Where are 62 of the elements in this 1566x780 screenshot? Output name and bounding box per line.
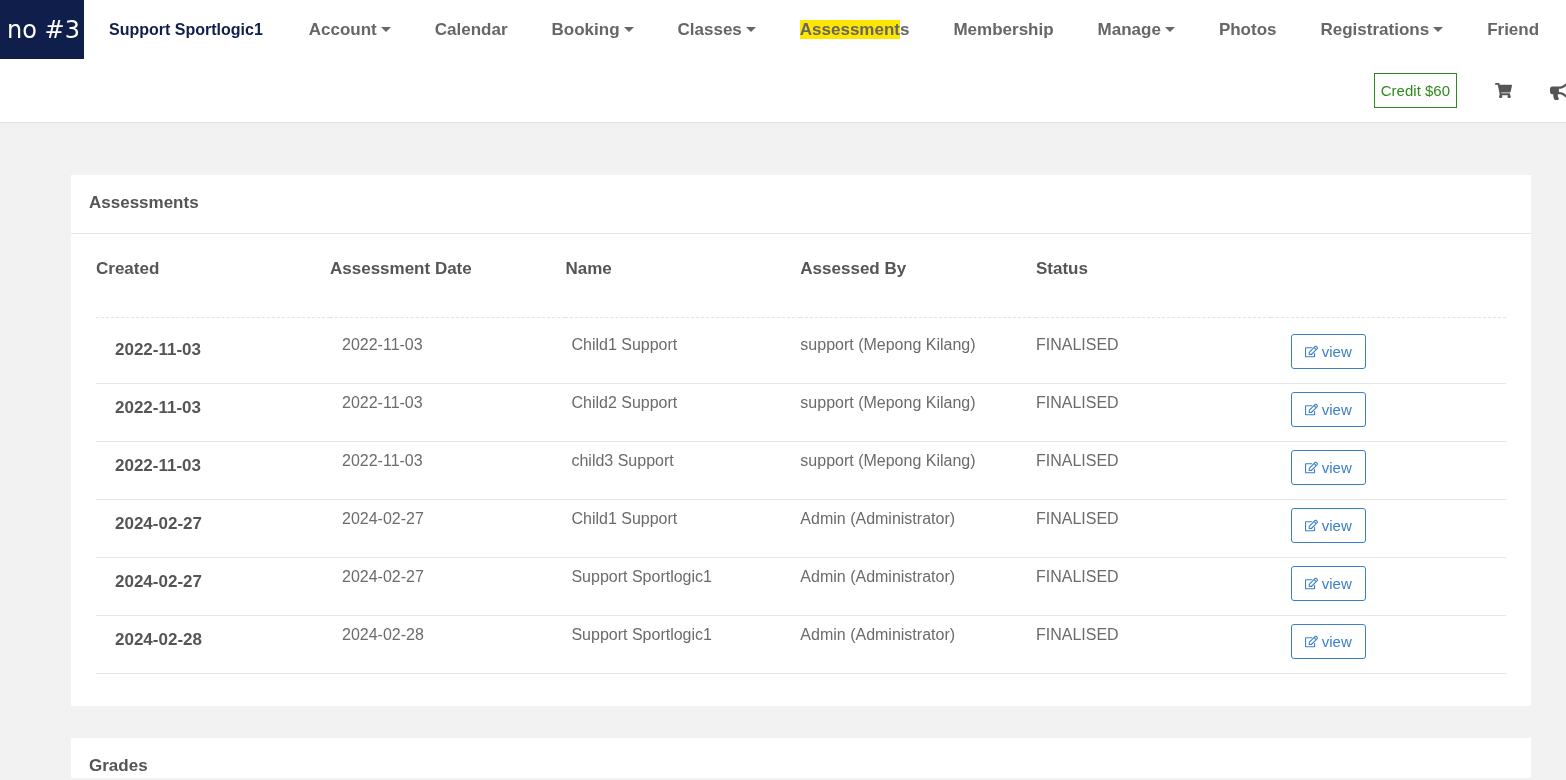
nav-link[interactable]: Registrations xyxy=(1298,19,1466,40)
column-header: Created xyxy=(96,256,330,318)
table-cell: Child2 Support xyxy=(571,394,678,411)
nav-link[interactable]: Photos xyxy=(1196,19,1299,40)
table-cell: Child1 Support xyxy=(571,336,678,353)
brand-logo[interactable]: no #3 xyxy=(0,0,84,59)
nav-link[interactable]: Membership xyxy=(931,19,1076,40)
table-cell: 2024-02-27 xyxy=(342,568,424,585)
credit-link[interactable]: Credit $60 xyxy=(1373,73,1457,108)
table-cell: Support Sportlogic1 xyxy=(571,568,712,585)
table-cell: FINALISED xyxy=(1035,568,1119,585)
table-cell: 2022-11-03 xyxy=(115,398,202,417)
card-title: Grades xyxy=(88,755,149,777)
edit-icon xyxy=(1304,635,1318,648)
table-cell: Support Sportlogic1 xyxy=(571,626,712,643)
nav-link[interactable]: Manage xyxy=(1075,19,1197,40)
table-cell: support (Mepong Kilang) xyxy=(800,336,976,353)
card-title: Assessments xyxy=(88,192,200,214)
table-cell: 2024-02-28 xyxy=(115,630,202,649)
view-button[interactable]: view xyxy=(1290,624,1366,659)
table-cell: 2022-11-03 xyxy=(342,452,423,469)
table-cell: 2024-02-27 xyxy=(342,510,424,527)
table-cell: FINALISED xyxy=(1035,394,1119,411)
user-menu-link[interactable]: Support Sportlogic1 xyxy=(84,20,287,39)
table-cell: 2022-11-03 xyxy=(342,394,423,411)
table-cell: 2022-11-03 xyxy=(342,336,423,353)
nav-link[interactable]: Friend xyxy=(1465,19,1540,40)
column-header: Assessment Date xyxy=(330,256,566,318)
table-cell: Admin (Administrator) xyxy=(800,510,956,527)
edit-icon xyxy=(1304,345,1318,358)
table-cell: FINALISED xyxy=(1035,452,1119,469)
table-cell: 2022-11-03 xyxy=(115,456,202,475)
table-cell: 2024-02-28 xyxy=(342,626,424,643)
column-header: Name xyxy=(565,256,801,318)
edit-icon xyxy=(1304,577,1318,590)
view-button[interactable]: view xyxy=(1290,334,1366,369)
edit-icon xyxy=(1304,461,1318,474)
table-cell: 2024-02-27 xyxy=(115,572,202,591)
table-cell: support (Mepong Kilang) xyxy=(800,394,976,411)
table-cell: 2022-11-03 xyxy=(115,340,202,359)
view-button[interactable]: view xyxy=(1290,508,1366,543)
table-cell: FINALISED xyxy=(1035,336,1119,353)
cart-icon[interactable] xyxy=(1495,82,1512,99)
column-header: Status xyxy=(1035,256,1271,318)
nav-link[interactable]: Booking xyxy=(529,19,656,40)
view-button[interactable]: view xyxy=(1290,566,1366,601)
column-header: Assessed By xyxy=(800,256,1036,318)
table-cell: child3 Support xyxy=(571,452,674,469)
nav-link[interactable]: Account xyxy=(286,19,413,40)
nav-link[interactable]: Classes xyxy=(655,19,778,40)
table-cell: support (Mepong Kilang) xyxy=(800,452,976,469)
nav-link[interactable]: Calendar xyxy=(412,19,530,40)
view-button[interactable]: view xyxy=(1290,450,1366,485)
edit-icon xyxy=(1304,403,1318,416)
table-cell: FINALISED xyxy=(1035,510,1119,527)
table-cell: Admin (Administrator) xyxy=(800,568,956,585)
table-cell: Child1 Support xyxy=(571,510,678,527)
table-cell: FINALISED xyxy=(1035,626,1119,643)
table-cell: 2024-02-27 xyxy=(115,514,202,533)
edit-icon xyxy=(1304,519,1318,532)
view-button[interactable]: view xyxy=(1290,392,1366,427)
table-cell: Admin (Administrator) xyxy=(800,626,956,643)
